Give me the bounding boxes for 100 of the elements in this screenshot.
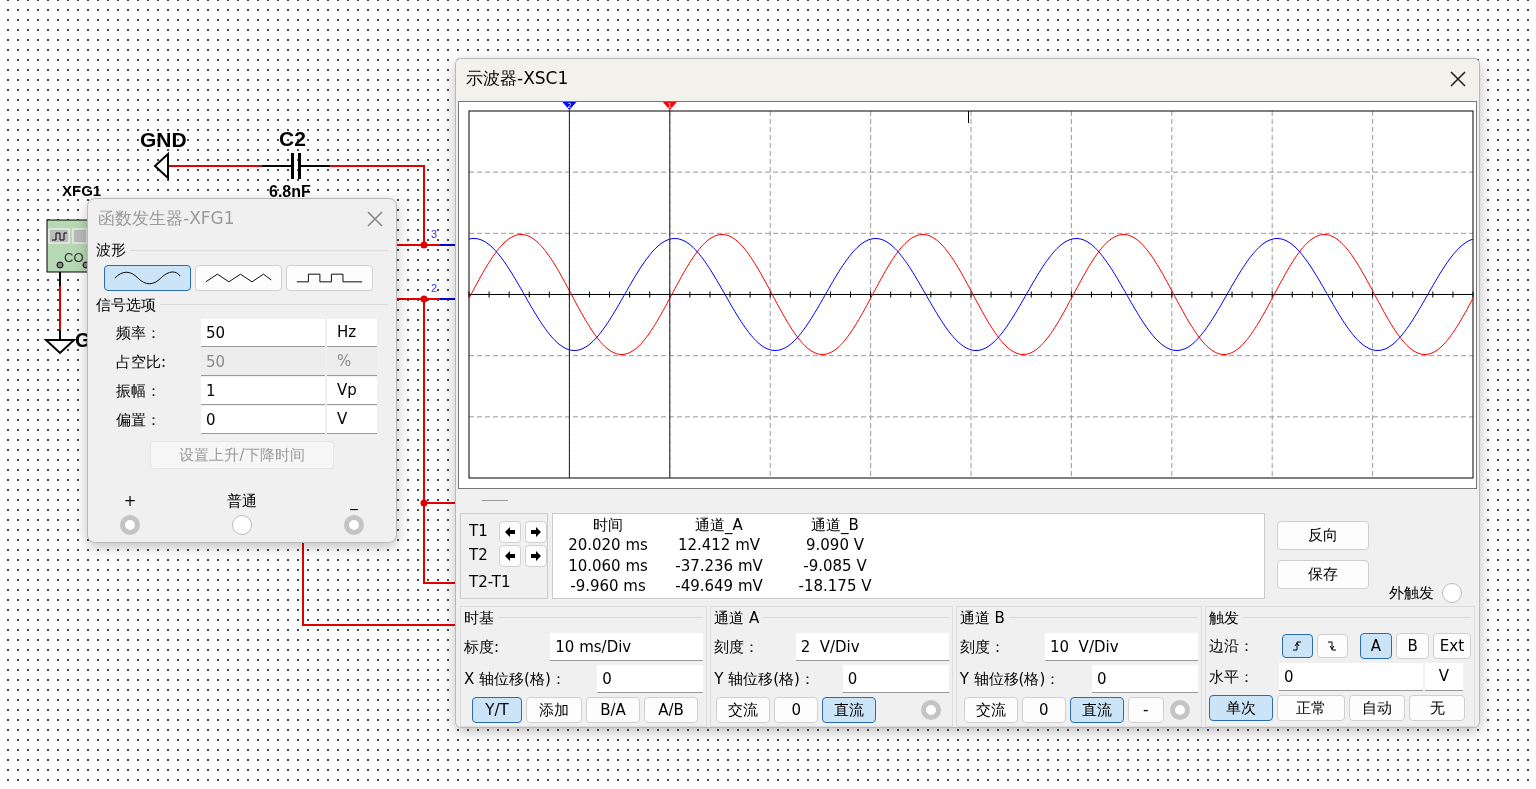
cursor-row-label: T1	[469, 521, 489, 543]
sine-wave-icon	[111, 269, 184, 286]
toggle-button[interactable]: -	[1127, 697, 1164, 723]
toggle-button[interactable]: 交流	[963, 697, 1018, 723]
action-button[interactable]: 保存	[1277, 559, 1369, 589]
cursor-line[interactable]	[568, 109, 570, 479]
right-arrow-icon	[529, 550, 542, 561]
field-label: 刻度：	[714, 636, 760, 658]
close-icon	[1449, 69, 1467, 88]
readout-value: -49.649 mV	[674, 577, 764, 597]
left-arrow-icon	[503, 550, 516, 561]
readout-value: -37.236 mV	[674, 556, 764, 577]
field-label: Y 轴位移(格)：	[959, 668, 1061, 690]
group-label: 触发	[1209, 607, 1239, 629]
field-label: 刻度：	[959, 636, 1005, 658]
readout-value: -9.960 ms	[569, 577, 647, 597]
terminal-label: 普通	[227, 491, 257, 512]
terminal-icon	[920, 700, 941, 720]
readout-value: -18.175 V	[797, 577, 873, 597]
capacitor-symbol	[291, 153, 301, 179]
cursor-row-label: T2-T1	[469, 572, 511, 594]
toggle-button[interactable]: 正常	[1277, 695, 1345, 721]
group-label: 波形	[96, 240, 126, 261]
rising-edge-icon	[1291, 640, 1304, 652]
toggle-button[interactable]: 交流	[716, 697, 771, 723]
value-field[interactable]: 0	[1092, 665, 1198, 693]
toggle-button[interactable]: A	[1359, 633, 1393, 659]
readout-value: 10.060 ms	[567, 556, 649, 577]
cursor-move-button[interactable]	[524, 520, 547, 543]
toggle-button[interactable]: 0	[1021, 697, 1066, 723]
ground-symbol	[153, 151, 169, 181]
toggle-button[interactable]: Y/T	[472, 697, 522, 723]
toggle-button[interactable]: A/B	[644, 697, 698, 723]
waveform-button[interactable]	[104, 264, 191, 291]
terminal-label: _	[350, 491, 358, 512]
group-label: 通道 B	[959, 607, 1005, 629]
unit-label: V	[327, 406, 377, 434]
value-field[interactable]: 0	[201, 406, 325, 434]
column-header: 通道_A	[694, 515, 744, 536]
value-field[interactable]: 0	[842, 665, 949, 693]
value-field[interactable]: 0	[597, 665, 704, 693]
toggle-button[interactable]: B/A	[586, 697, 640, 723]
cursor-move-button[interactable]	[498, 520, 521, 543]
terminal-label: 外触发	[1389, 583, 1434, 604]
toggle-button[interactable]: B	[1396, 633, 1429, 659]
cursor-marker[interactable]	[662, 101, 677, 110]
toggle-button[interactable]: 单次	[1209, 695, 1273, 721]
terminal-icon	[120, 514, 140, 535]
toggle-button[interactable]: 添加	[526, 697, 582, 723]
field-label: Y 轴位移(格)：	[714, 668, 815, 690]
junction-dot	[420, 241, 428, 249]
field-label: 占空比:	[115, 351, 168, 373]
toggle-button[interactable]: 直流	[822, 697, 877, 723]
toggle-button[interactable]: 直流	[1069, 697, 1124, 723]
field-label: 标度:	[464, 636, 500, 658]
unit-label: Hz	[327, 319, 377, 347]
window-title: 示波器-XSC1	[466, 67, 569, 91]
junction-dot	[420, 499, 428, 507]
component-label: XFG1	[62, 182, 102, 199]
cursor-row-label: T2	[469, 545, 489, 567]
readout-value: -9.085 V	[802, 556, 868, 577]
field-label: 水平：	[1209, 666, 1255, 688]
value-field[interactable]: 10 ms/Div	[550, 633, 704, 661]
field-label: 边沿：	[1209, 635, 1255, 657]
field-label: 频率：	[115, 322, 162, 344]
cursor-marker[interactable]	[562, 101, 577, 110]
trigger-edge-button[interactable]	[1282, 634, 1313, 658]
toggle-button[interactable]: 0	[774, 697, 819, 723]
value-field[interactable]: 10 V/Div	[1045, 633, 1198, 661]
readout-value: 12.412 mV	[676, 536, 762, 556]
value-field[interactable]: 1	[201, 377, 325, 405]
net-label: 2	[431, 282, 438, 294]
left-arrow-icon	[503, 526, 516, 537]
readout-value: 20.020 ms	[567, 536, 649, 556]
unit-label: Vp	[327, 377, 377, 405]
pin-label: CO	[64, 250, 84, 265]
value-field[interactable]: 2 V/Div	[795, 633, 949, 661]
cursor-line[interactable]	[669, 109, 671, 479]
field-label: 振幅：	[115, 380, 162, 402]
column-header: 通道_B	[810, 515, 860, 536]
action-button[interactable]: 反向	[1277, 520, 1369, 550]
group-label: 时基	[464, 607, 494, 629]
toggle-button[interactable]: Ext	[1433, 633, 1471, 659]
toggle-button[interactable]: 自动	[1349, 695, 1405, 721]
cursor-move-button[interactable]	[524, 544, 547, 567]
falling-edge-icon	[1326, 640, 1339, 652]
window-title: 函数发生器-XFG1	[98, 207, 235, 231]
toggle-button[interactable]: 无	[1409, 695, 1465, 721]
value-field[interactable]: 50	[201, 319, 325, 347]
field-label: X 轴位移(格)：	[464, 668, 566, 690]
cursor-move-button[interactable]	[498, 544, 521, 567]
column-header: 时间	[592, 515, 624, 536]
component-label: C2	[279, 127, 306, 150]
close-icon	[366, 210, 384, 228]
terminal-icon	[1442, 583, 1462, 604]
terminal-icon	[1170, 700, 1190, 720]
value-field[interactable]: 0	[1279, 663, 1423, 691]
field-label: 偏置：	[115, 409, 162, 431]
terminal-label: +	[123, 491, 137, 512]
junction-dot	[420, 295, 428, 303]
